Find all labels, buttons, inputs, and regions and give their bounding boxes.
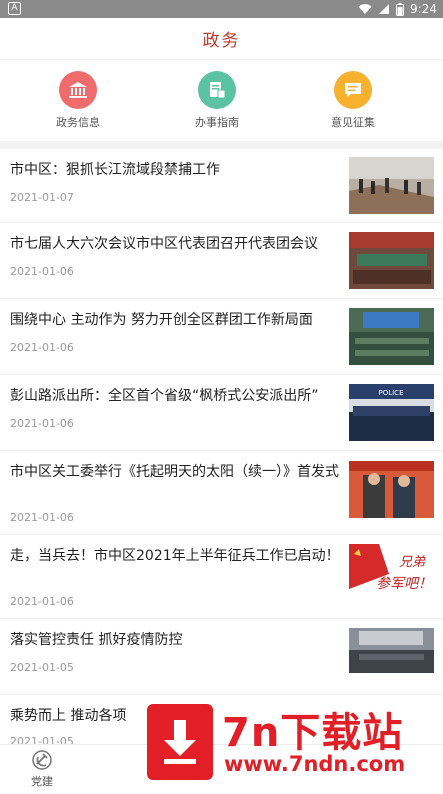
tab-party-building[interactable]: 党建 (20, 749, 64, 789)
message-icon (334, 71, 372, 109)
recruit-text-2: 参军吧！ (376, 576, 432, 592)
quick-nav: 政务信息 办事指南 意见征集 (0, 61, 443, 139)
news-title: 市七届人大六次会议市中区代表团召开代表团会议 (10, 236, 318, 252)
quick-nav-label: 办事指南 (195, 116, 239, 129)
section-divider (0, 141, 443, 149)
news-item[interactable]: 走，当兵去！市中区2021年上半年征兵工作已启动！ 2021-01-06 兄弟参… (0, 535, 443, 619)
news-title: 市中区：狠抓长江流域段禁捕工作 (10, 162, 220, 178)
app-header: 政务 (0, 18, 443, 60)
news-thumbnail (349, 461, 434, 518)
quick-nav-feedback[interactable]: 意见征集 (308, 71, 398, 130)
news-item[interactable]: 市中区关工委举行《托起明天的太阳（续一）》首发式 2021-01-06 (0, 451, 443, 535)
news-thumbnail (349, 628, 434, 673)
news-title: 围绕中心 主动作为 努力开创全区群团工作新局面 (10, 312, 313, 328)
news-title: 走，当兵去！市中区2021年上半年征兵工作已启动！ (10, 548, 340, 564)
news-title: 市中区关工委举行《托起明天的太阳（续一）》首发式 (10, 464, 339, 480)
download-logo-icon (147, 704, 213, 780)
guide-icon (198, 71, 236, 109)
news-date: 2021-01-05 (10, 661, 74, 674)
news-thumbnail (349, 157, 434, 214)
party-emblem-icon (32, 750, 52, 770)
battery-icon (396, 2, 405, 16)
news-date: 2021-01-06 (10, 417, 74, 430)
news-date: 2021-01-06 (10, 341, 74, 354)
news-title: 彭山路派出所：全区首个省级“枫桥式公安派出所” (10, 388, 319, 404)
page-title: 政务 (202, 31, 241, 51)
news-thumbnail: 兄弟参军吧！ (349, 544, 434, 601)
news-thumbnail (349, 232, 434, 289)
news-date: 2021-01-06 (10, 595, 74, 608)
news-item[interactable]: 市七届人大六次会议市中区代表团召开代表团会议 2021-01-06 (0, 223, 443, 299)
notification-badge: A (8, 2, 21, 15)
news-item[interactable]: 彭山路派出所：全区首个省级“枫桥式公安派出所” 2021-01-06 POLIC… (0, 375, 443, 451)
news-thumbnail (349, 308, 434, 365)
tab-label: 党建 (31, 775, 53, 788)
news-thumbnail: POLICE (349, 384, 434, 441)
bank-icon (59, 71, 97, 109)
news-date: 2021-01-06 (10, 265, 74, 278)
news-title: 落实管控责任 抓好疫情防控 (10, 632, 183, 648)
status-bar: A 9:24 (0, 0, 443, 18)
quick-nav-label: 政务信息 (56, 116, 100, 129)
news-item[interactable]: 市中区：狠抓长江流域段禁捕工作 2021-01-07 (0, 149, 443, 223)
police-banner-text: POLICE (378, 389, 403, 397)
quick-nav-label: 意见征集 (331, 116, 375, 129)
quick-nav-service-guide[interactable]: 办事指南 (172, 71, 262, 130)
quick-nav-gov-info[interactable]: 政务信息 (33, 71, 123, 130)
wifi-icon (358, 4, 372, 14)
clock: 9:24 (410, 2, 437, 16)
news-date: 2021-01-06 (10, 511, 74, 524)
watermark-url: www.7ndn.com (224, 752, 406, 776)
news-item[interactable]: 围绕中心 主动作为 努力开创全区群团工作新局面 2021-01-06 (0, 299, 443, 375)
recruit-text-1: 兄弟 (399, 555, 426, 570)
news-item[interactable]: 落实管控责任 抓好疫情防控 2021-01-05 (0, 619, 443, 695)
signal-icon (379, 4, 390, 14)
news-date: 2021-01-07 (10, 191, 74, 204)
watermark-title: 7n下载站 (222, 710, 404, 756)
